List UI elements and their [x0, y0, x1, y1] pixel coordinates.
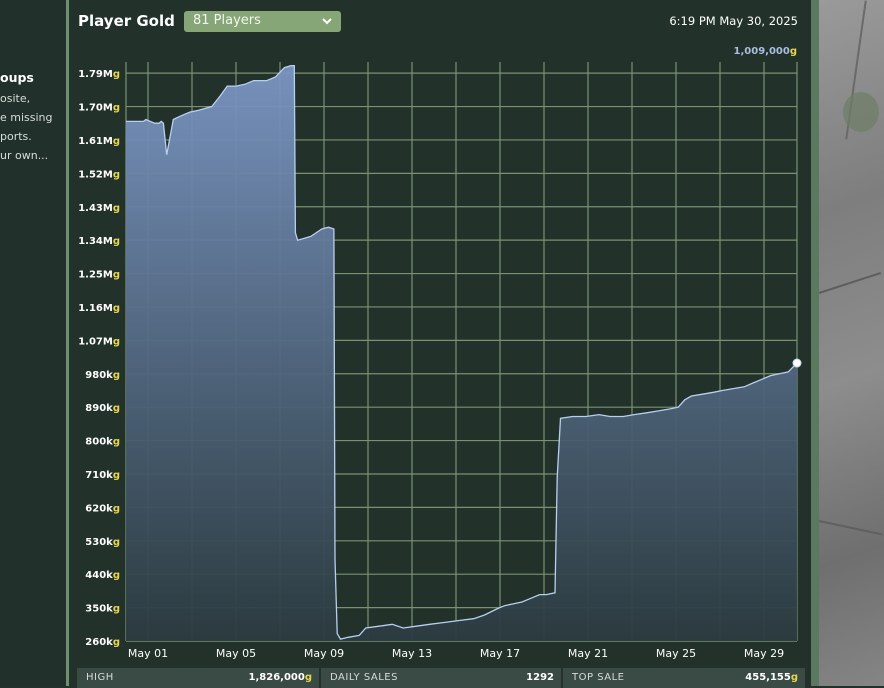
y-tick-label: 1.43Mg — [78, 203, 120, 214]
x-tick-label: May 01 — [128, 647, 168, 660]
y-tick-label: 620kg — [85, 503, 120, 514]
y-tick-label: 710kg — [85, 470, 120, 481]
x-tick-label: May 09 — [304, 647, 344, 660]
stat-value: 1292 — [526, 672, 554, 683]
left-side-panel: oups osite, e missing ports. ur own... — [0, 0, 66, 686]
y-tick-label: 350kg — [85, 604, 120, 615]
stat-daily-sales: DAILY SALES 1292 — [319, 668, 561, 688]
y-tick-label: 1.07Mg — [78, 336, 120, 347]
y-tick-label: 440kg — [85, 570, 120, 581]
player-gold-panel: Player Gold 81 Players 6:19 PM May 30, 2… — [69, 0, 811, 688]
series-area-fill — [126, 65, 797, 641]
chart-area-layer — [126, 65, 802, 641]
y-tick-label: 980kg — [85, 370, 120, 381]
x-tick-label: May 13 — [392, 647, 432, 660]
y-tick-label: 1.25Mg — [78, 270, 120, 281]
panel-divider-right — [811, 0, 819, 686]
background-stone-texture — [818, 0, 884, 686]
left-panel-text-line: osite, — [0, 92, 31, 105]
y-tick-label: 1.70Mg — [78, 103, 120, 114]
stat-label: TOP SALE — [572, 672, 625, 683]
y-tick-label: 1.16Mg — [78, 303, 120, 314]
x-tick-label: May 17 — [480, 647, 520, 660]
gold-area-chart: 260kg 350kg 440kg 530kg 620kg 710kg 800kg 890kg… — [78, 46, 802, 660]
x-tick-label: May 21 — [568, 647, 608, 660]
y-tick-label: 890kg — [85, 403, 120, 414]
stat-label: HIGH — [86, 672, 114, 683]
left-panel-text-line: e missing — [0, 111, 53, 124]
y-tick-label: 260kg — [85, 637, 120, 648]
y-tick-label: 530kg — [85, 537, 120, 548]
y-tick-label: 1.34Mg — [78, 236, 120, 247]
left-panel-text-line: ports. — [0, 130, 32, 143]
stat-top-sale: TOP SALE 455,155g — [561, 668, 805, 688]
x-tick-label: May 05 — [216, 647, 256, 660]
y-tick-label: 1.52Mg — [78, 169, 120, 180]
stats-bar: HIGH 1,826,000g DAILY SALES 1292 TOP SAL… — [77, 668, 805, 688]
stat-label: DAILY SALES — [330, 672, 398, 683]
x-tick-label: May 25 — [656, 647, 696, 660]
stat-value: 455,155g — [745, 672, 798, 683]
stat-value: 1,826,000g — [248, 672, 312, 683]
y-tick-label: 1.61Mg — [78, 136, 120, 147]
stat-high: HIGH 1,826,000g — [77, 668, 319, 688]
y-tick-label: 800kg — [85, 437, 120, 448]
left-panel-title: oups — [0, 70, 34, 85]
current-value-label: 1,009,000g — [734, 46, 797, 57]
x-axis: May 01 May 05 May 09 May 13 May 17 May 21 May … — [128, 647, 784, 660]
x-tick-label: May 29 — [744, 647, 784, 660]
last-point-marker[interactable] — [792, 358, 802, 368]
y-tick-label: 1.79Mg — [78, 69, 120, 80]
y-axis: 260kg 350kg 440kg 530kg 620kg 710kg 800kg 890kg… — [78, 69, 120, 648]
left-panel-text-line: ur own... — [0, 149, 49, 162]
